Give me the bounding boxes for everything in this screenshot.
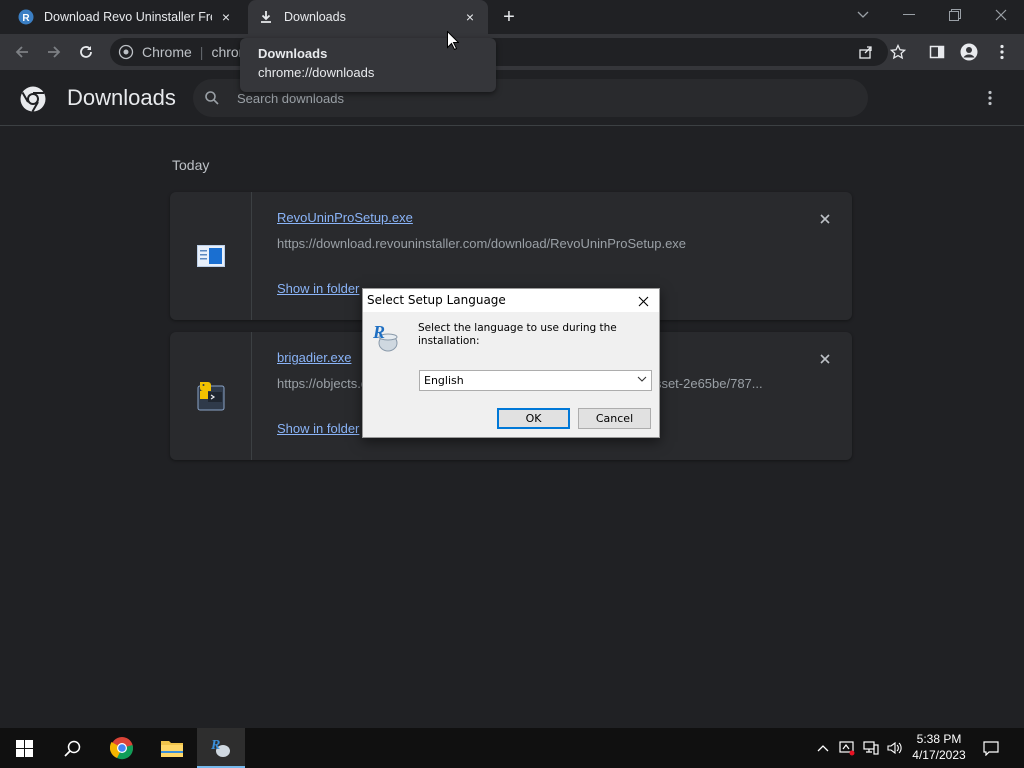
tray-overflow-chevron-icon[interactable] xyxy=(813,738,833,758)
download-icon xyxy=(258,9,274,25)
dialog-title: Select Setup Language xyxy=(367,293,506,307)
tray-security-icon[interactable] xyxy=(837,738,857,758)
tooltip-url: chrome://downloads xyxy=(258,65,375,80)
system-clock[interactable]: 5:38 PM 4/17/2023 xyxy=(906,731,972,763)
browser-toolbar: Chrome | chrome://downloads xyxy=(0,34,1024,70)
tab-title: Download Revo Uninstaller Freeware xyxy=(44,10,212,24)
notification-center-icon[interactable] xyxy=(981,738,1001,758)
remove-download-close-icon[interactable] xyxy=(816,210,834,228)
reload-icon[interactable] xyxy=(72,38,100,66)
revo-favicon-icon: R xyxy=(18,9,34,25)
taskbar-search-icon[interactable] xyxy=(48,728,96,768)
chevron-down-icon xyxy=(637,374,647,387)
dialog-close-icon[interactable] xyxy=(633,291,653,311)
clock-date: 4/17/2023 xyxy=(912,748,966,762)
show-in-folder-link[interactable]: Show in folder xyxy=(277,281,359,296)
back-arrow-icon[interactable] xyxy=(8,38,36,66)
chrome-taskbar-icon[interactable] xyxy=(98,728,146,768)
windows-start-icon[interactable] xyxy=(0,728,48,768)
omnibox-scheme-label: Chrome xyxy=(142,44,192,60)
tooltip-title: Downloads xyxy=(258,46,328,61)
share-icon[interactable] xyxy=(852,38,880,66)
revo-installer-taskbar-icon[interactable]: R xyxy=(197,728,245,768)
show-in-folder-link[interactable]: Show in folder xyxy=(277,421,359,436)
ok-button[interactable]: OK xyxy=(497,408,570,429)
download-filename-link[interactable]: RevoUninProSetup.exe xyxy=(277,210,413,225)
browser-menu-icon[interactable] xyxy=(988,38,1016,66)
tab-revo-download[interactable]: R Download Revo Uninstaller Freeware × xyxy=(8,0,244,34)
bookmark-star-icon[interactable] xyxy=(884,38,912,66)
search-icon xyxy=(205,91,219,105)
revo-setup-icon: R xyxy=(371,321,401,353)
dialog-message: Select the language to use during the in… xyxy=(418,322,617,347)
side-panel-icon[interactable] xyxy=(923,38,951,66)
setup-language-dialog: Select Setup Language R Select the langu… xyxy=(362,288,660,438)
new-tab-button[interactable]: + xyxy=(497,5,521,29)
search-input[interactable] xyxy=(237,90,837,106)
tab-search-chevron-icon[interactable] xyxy=(840,0,886,30)
language-select[interactable]: English xyxy=(419,370,652,391)
forward-arrow-icon[interactable] xyxy=(40,38,68,66)
restore-icon[interactable] xyxy=(932,0,978,30)
omnibox[interactable]: Chrome | chrome://downloads xyxy=(110,38,888,66)
remove-download-close-icon[interactable] xyxy=(816,350,834,368)
downloads-menu-icon[interactable] xyxy=(978,86,1002,110)
omnibox-separator: | xyxy=(199,44,204,60)
tab-close-icon[interactable]: × xyxy=(218,9,234,25)
section-date-label: Today xyxy=(172,157,210,173)
tab-close-icon[interactable]: × xyxy=(462,9,478,25)
mouse-cursor-icon xyxy=(447,30,460,55)
tab-title: Downloads xyxy=(284,10,346,24)
download-filename-link[interactable]: brigadier.exe xyxy=(277,350,351,365)
python-exe-file-icon xyxy=(170,332,252,460)
chrome-security-icon xyxy=(118,44,134,60)
tab-downloads[interactable]: Downloads × xyxy=(248,0,488,34)
downloads-header: Downloads xyxy=(0,70,1024,126)
svg-text:R: R xyxy=(372,322,385,342)
svg-text:R: R xyxy=(210,738,220,753)
clock-time: 5:38 PM xyxy=(916,732,962,746)
language-select-value: English xyxy=(424,374,464,387)
installer-file-icon xyxy=(170,192,252,320)
download-source-url: https://download.revouninstaller.com/dow… xyxy=(277,236,687,251)
window-close-icon[interactable] xyxy=(978,0,1024,30)
profile-avatar-icon[interactable] xyxy=(955,38,983,66)
network-icon[interactable] xyxy=(861,738,881,758)
svg-text:R: R xyxy=(22,13,30,24)
windows-taskbar: R 5:38 PM 4/17/2023 xyxy=(0,728,1024,768)
tab-strip: R Download Revo Uninstaller Freeware × D… xyxy=(0,0,1024,34)
volume-icon[interactable] xyxy=(884,738,904,758)
minimize-icon[interactable] xyxy=(886,0,932,30)
chrome-logo-icon xyxy=(19,85,47,113)
file-explorer-icon[interactable] xyxy=(148,728,196,768)
page-title: Downloads xyxy=(67,85,176,110)
cancel-button[interactable]: Cancel xyxy=(578,408,651,429)
